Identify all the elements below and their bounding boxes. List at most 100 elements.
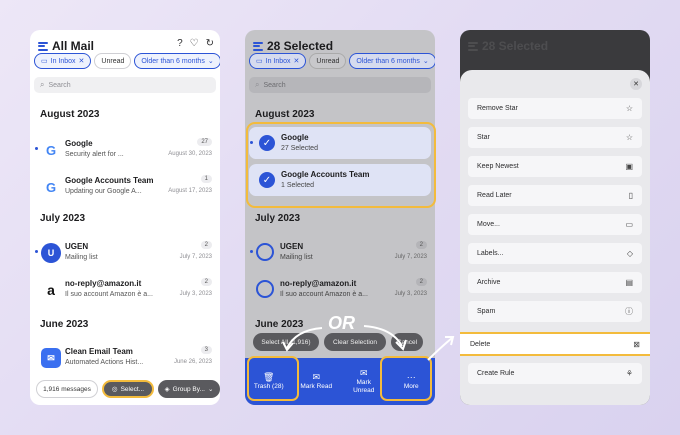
date: July 3, 2023 [179,291,212,297]
select-all-button[interactable]: Select All (1,916) [253,333,319,351]
menu-item-labels[interactable]: Labels... ◇ [468,243,642,264]
close-icon[interactable]: ✕ [294,57,300,65]
menu-item-read-later[interactable]: Read Later ▯ [468,185,642,206]
date: June 26, 2023 [173,359,212,365]
list-item[interactable]: G Google Security alert for ... 27 Augus… [30,133,220,167]
menu-item-keep-newest[interactable]: Keep Newest ▣ [468,156,642,177]
menu-label: Create Rule [477,370,515,377]
subject: Security alert for ... [65,151,124,158]
more-actions-sheet: ✕ Remove Star ☆ Star ☆ Keep Newest ▣ Read L… [460,70,650,405]
cancel-button[interactable]: Cancel [391,333,423,351]
unchecked-circle-icon[interactable] [256,280,274,298]
sender: UGEN [65,242,89,251]
chip-unread[interactable]: Unread [94,53,132,69]
action-label: Mark Unread [353,378,375,394]
more-highlight [380,356,432,401]
menu-label: Move... [477,221,500,228]
subject: Automated Actions Hist... [65,359,144,366]
star-icon: ☆ [625,133,633,142]
list-item[interactable]: ✉ Clean Email Team Automated Actions His… [30,341,220,375]
count-badge: 2 [415,278,427,286]
chip-older[interactable]: Older than 6 months ⌄ [134,53,220,69]
menu-label: Delete [470,340,491,348]
filter-chips: ▭ In Inbox ✕ Unread Older than 6 months ⌄ [249,53,435,69]
alert-icon: ⓘ [625,307,633,316]
or-annotation: OR [328,313,355,333]
group-label: Group By... [172,385,205,393]
menu-icon[interactable] [38,41,48,51]
chip-in-inbox[interactable]: ▭ In Inbox ✕ [34,53,92,69]
count-badge: 2 [200,278,212,286]
sender: no-reply@amazon.it [280,279,357,288]
menu-item-move[interactable]: Move... ▭ [468,214,642,235]
select-button[interactable]: ◎ Select... [102,380,154,398]
archive-icon: ▤ [625,278,633,287]
chip-in-inbox[interactable]: ▭ In Inbox ✕ [249,53,307,69]
menu-item-spam[interactable]: Spam ⓘ [468,301,642,322]
sender: Google Accounts Team [65,176,154,185]
filter-chips: ▭ In Inbox ✕ Unread Older than 6 months ⌄ [34,53,220,69]
selection-highlight [246,122,436,208]
list-item[interactable]: G Google Accounts Team Updating our Goog… [30,170,220,204]
search-placeholder: Search [263,81,286,89]
section-header: July 2023 [40,213,86,224]
section-header: June 2023 [40,319,89,330]
google-logo-icon: G [45,179,57,195]
star-slash-icon: ☆ [625,104,633,113]
arrow-head [445,336,455,346]
list-item[interactable]: a no-reply@amazon.it Il suo account Amaz… [30,273,220,307]
action-label: Mark Read [300,382,333,390]
section-header: June 2023 [255,319,304,330]
envelope-open-icon: ✉ [312,371,321,382]
chip-unread[interactable]: Unread [309,53,347,69]
menu-item-create-rule[interactable]: Create Rule ⚘ [468,363,642,384]
folder-icon: ▭ [41,58,48,65]
list-item[interactable]: UGEN Mailing list 2 July 7, 2023 [245,236,435,270]
list-item[interactable]: no-reply@amazon.it Il suo account Amazon… [245,273,435,307]
chevron-down-icon: ⌄ [207,386,214,393]
search-icon: ⌕ [255,80,260,89]
menu-item-star[interactable]: Star ☆ [468,127,642,148]
heart-icon[interactable]: ♡ [190,38,199,49]
check-circle-icon: ◎ [111,386,118,393]
count-badge: 2 [200,241,212,249]
group-by-button[interactable]: ◈ Group By... ⌄ [158,380,220,398]
subject: Mailing list [280,254,313,261]
search-input[interactable]: ⌕ Search [34,77,216,93]
folder-icon: ▭ [625,220,633,229]
search-input[interactable]: ⌕ Search [249,77,431,93]
clean-email-logo-icon: ✉ [41,348,61,368]
count-badge: 27 [197,138,212,146]
amazon-logo-icon: a [47,282,55,298]
chip-label: Older than 6 months [141,57,205,65]
help-icon[interactable]: ? [177,38,183,49]
chip-label: In Inbox [50,57,76,65]
close-icon[interactable]: ✕ [630,78,642,90]
menu-label: Remove Star [477,105,518,112]
menu-item-delete[interactable]: Delete ⊠ [460,332,650,356]
count-badge: 2 [415,241,427,249]
menu-icon[interactable] [253,41,263,51]
count-badge: 1 [200,175,212,183]
section-header: July 2023 [255,213,301,224]
inbox-icon: ▣ [625,162,633,171]
rule-icon: ⚘ [625,369,633,378]
refresh-icon[interactable]: ↻ [206,38,214,49]
mark-read-button[interactable]: ✉ Mark Read [293,358,341,405]
chip-older[interactable]: Older than 6 months ⌄ [349,53,435,69]
tag-icon: ◇ [626,249,633,258]
bottom-toolbar: 1,916 messages ◎ Select... ◈ Group By... ⌄ [30,375,220,405]
date: August 17, 2023 [168,188,212,194]
close-icon[interactable]: ✕ [79,57,85,65]
envelope-icon: ✉ [359,367,368,378]
chip-label: In Inbox [265,57,291,65]
unchecked-circle-icon[interactable] [256,243,274,261]
page-title: All Mail [52,39,95,53]
menu-label: Keep Newest [477,163,519,170]
chip-label: Unread [316,57,340,65]
menu-item-remove-star[interactable]: Remove Star ☆ [468,98,642,119]
menu-item-archive[interactable]: Archive ▤ [468,272,642,293]
list-item[interactable]: U UGEN Mailing list 2 July 7, 2023 [30,236,220,270]
menu-label: Star [477,134,490,141]
clear-selection-button[interactable]: Clear Selection [324,333,386,351]
